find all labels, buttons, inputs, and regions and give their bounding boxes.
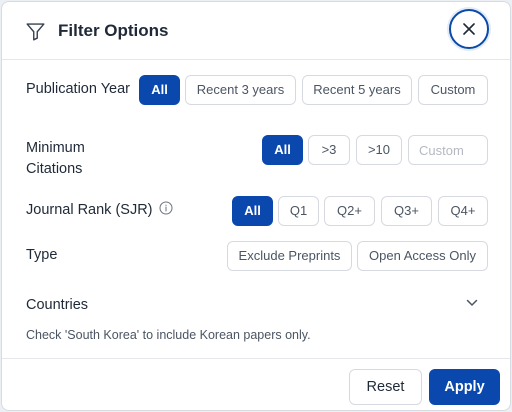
filter-options-dialog: Filter Options Publication Year All Rece… (1, 1, 511, 411)
dialog-title: Filter Options (58, 21, 169, 40)
citations-custom-input[interactable] (408, 135, 488, 165)
publication-year-custom-chip[interactable]: Custom (418, 75, 488, 105)
journal-rank-q3-chip[interactable]: Q3+ (381, 196, 432, 226)
journal-rank-all-chip[interactable]: All (232, 196, 273, 226)
dialog-footer: Reset Apply (2, 358, 510, 410)
publication-year-recent-3-chip[interactable]: Recent 3 years (185, 75, 296, 105)
countries-label[interactable]: Countries (26, 295, 88, 316)
journal-rank-q2-chip[interactable]: Q2+ (324, 196, 375, 226)
info-icon[interactable] (159, 201, 173, 215)
open-access-only-chip[interactable]: Open Access Only (357, 241, 488, 271)
citations-all-chip[interactable]: All (262, 135, 303, 165)
close-icon (463, 23, 475, 35)
journal-rank-q1-chip[interactable]: Q1 (278, 196, 319, 226)
chevron-down-icon[interactable] (466, 299, 478, 307)
publication-year-all-chip[interactable]: All (139, 75, 180, 105)
publication-year-recent-5-chip[interactable]: Recent 5 years (302, 75, 412, 105)
type-label: Type (26, 247, 58, 263)
countries-hint: Check 'South Korea' to include Korean pa… (26, 328, 311, 342)
minimum-citations-label: Minimum Citations (26, 140, 85, 177)
journal-rank-label: Journal Rank (SJR) (26, 202, 153, 218)
reset-button[interactable]: Reset (349, 369, 422, 405)
filter-icon (26, 23, 45, 41)
dialog-header: Filter Options (2, 2, 510, 60)
apply-button[interactable]: Apply (429, 369, 500, 405)
exclude-preprints-chip[interactable]: Exclude Preprints (227, 241, 352, 271)
publication-year-label: Publication Year (26, 81, 130, 97)
journal-rank-q4-chip[interactable]: Q4+ (438, 196, 488, 226)
close-button[interactable] (449, 9, 489, 49)
citations-gt3-chip[interactable]: >3 (308, 135, 350, 165)
citations-gt10-chip[interactable]: >10 (356, 135, 402, 165)
